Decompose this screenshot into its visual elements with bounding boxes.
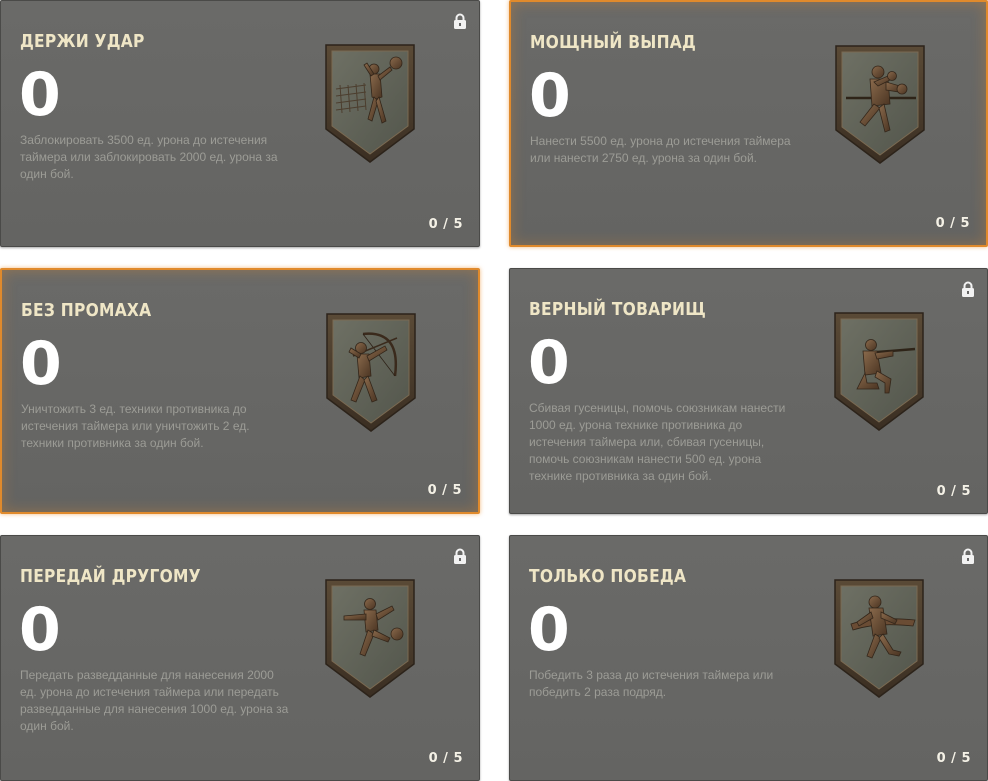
achievement-card[interactable]: МОЩНЫЙ ВЫПАД 0 Нанести 5500 ед. урона до… (509, 0, 988, 247)
achievement-card[interactable]: ТОЛЬКО ПОБЕДА 0 Победить 3 раза до истеч… (509, 535, 988, 781)
football-player-emblem-icon (322, 576, 418, 701)
achievement-title: ДЕРЖИ УДАР (20, 31, 145, 52)
achievement-description: Победить 3 раза до истечения таймера или… (529, 668, 774, 699)
achievement-count: 0 (529, 61, 571, 131)
boxer-emblem-icon (832, 42, 928, 167)
achievement-count: 0 (528, 595, 570, 665)
achievement-progress: 0 / 5 (428, 751, 463, 766)
achievement-title: БЕЗ ПРОМАХА (21, 300, 152, 321)
achievement-count: 0 (528, 328, 570, 398)
achievement-title: ВЕРНЫЙ ТОВАРИЩ (529, 299, 706, 320)
achievement-count: 0 (20, 329, 62, 399)
achievement-title: МОЩНЫЙ ВЫПАД (530, 32, 697, 53)
achievement-progress: 0 / 5 (935, 216, 970, 231)
achievement-description: Заблокировать 3500 ед. урона до истечени… (20, 133, 278, 181)
achievement-description: Нанести 5500 ед. урона до истечения тайм… (530, 134, 791, 165)
achievement-count: 0 (19, 60, 61, 130)
achievement-card[interactable]: ДЕРЖИ УДАР 0 Заблокировать 3500 ед. урон… (0, 0, 480, 247)
achievement-progress: 0 / 5 (427, 483, 462, 498)
lock-icon (453, 13, 467, 30)
achievement-description: Передать разведданные для нанесения 2000… (20, 668, 289, 733)
volleyball-player-emblem-icon (322, 41, 418, 166)
achievement-card[interactable]: БЕЗ ПРОМАХА 0 Уничтожить 3 ед. техники п… (0, 268, 480, 514)
kneeling-shooter-emblem-icon (831, 309, 927, 434)
achievement-description: Уничтожить 3 ед. техники противника до и… (21, 402, 250, 450)
lock-icon (961, 548, 975, 565)
achievement-card[interactable]: ВЕРНЫЙ ТОВАРИЩ 0 Сбивая гусеницы, помочь… (509, 268, 988, 514)
lock-icon (961, 281, 975, 298)
archer-emblem-icon (323, 310, 419, 435)
lock-icon (453, 548, 467, 565)
achievement-progress: 0 / 5 (936, 751, 971, 766)
achievement-progress: 0 / 5 (428, 217, 463, 232)
achievement-title: ПЕРЕДАЙ ДРУГОМУ (20, 566, 201, 587)
achievement-progress: 0 / 5 (936, 484, 971, 499)
achievement-description: Сбивая гусеницы, помочь союзникам нанест… (529, 401, 786, 483)
runner-emblem-icon (831, 576, 927, 701)
achievement-title: ТОЛЬКО ПОБЕДА (529, 566, 687, 587)
achievement-count: 0 (19, 595, 61, 665)
achievement-card[interactable]: ПЕРЕДАЙ ДРУГОМУ 0 Передать разведданные … (0, 535, 480, 781)
